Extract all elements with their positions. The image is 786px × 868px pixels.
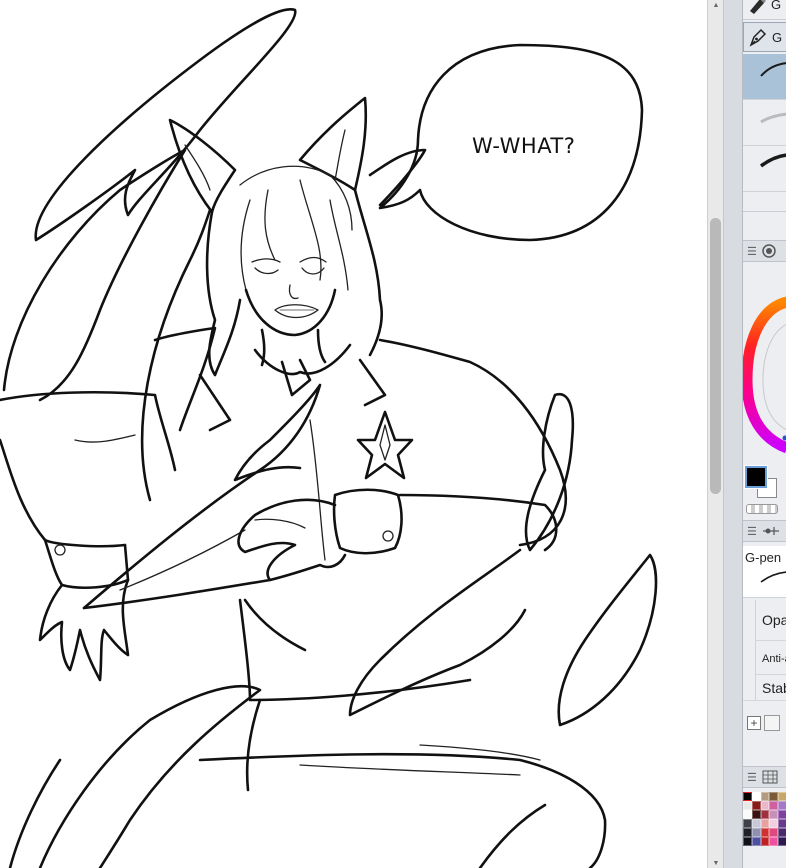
line-art-illustration	[0, 8, 658, 868]
color-swatch[interactable]	[760, 801, 770, 810]
brush-stroke-preview	[759, 153, 786, 168]
panel-divider[interactable]	[723, 0, 742, 868]
property-checkbox[interactable]	[764, 715, 780, 731]
divider	[743, 700, 786, 701]
color-swatch[interactable]	[769, 828, 779, 837]
color-swatch[interactable]	[751, 819, 761, 828]
vertical-scrollbar[interactable]: ▲ ▼	[707, 0, 723, 868]
color-swatch[interactable]	[760, 828, 770, 837]
subtool-item-gpen[interactable]: G	[743, 22, 786, 52]
transparent-color-toggle[interactable]	[746, 504, 778, 514]
brush-preview-item[interactable]	[743, 100, 786, 146]
main-color-swatch[interactable]	[744, 465, 768, 489]
pen-nib-icon	[749, 28, 767, 47]
panel-menu-icon[interactable]: ☰	[747, 771, 757, 784]
color-swatch[interactable]	[743, 828, 752, 837]
color-swatch[interactable]	[760, 792, 770, 801]
scroll-up-arrow[interactable]: ▲	[708, 0, 724, 10]
color-swatch[interactable]	[743, 810, 752, 819]
color-set-panel-header[interactable]: ☰	[743, 766, 786, 788]
scroll-thumb[interactable]	[710, 218, 721, 494]
brush-name-label: G-pen	[745, 550, 782, 565]
scroll-down-arrow[interactable]: ▼	[708, 858, 724, 868]
brush-stroke-preview	[760, 571, 786, 583]
speech-bubble-text: W-WHAT?	[472, 134, 576, 158]
color-wheel-tab-icon[interactable]	[762, 244, 776, 258]
color-swatch[interactable]	[751, 810, 761, 819]
color-swatch[interactable]	[751, 837, 761, 846]
brush-stroke-preview	[760, 112, 786, 124]
color-swatch[interactable]	[769, 792, 779, 801]
brush-preview-item[interactable]	[743, 54, 786, 100]
color-swatch[interactable]	[743, 801, 752, 810]
property-indent-line	[755, 600, 756, 700]
divider	[755, 674, 786, 675]
color-swatch[interactable]	[760, 837, 770, 846]
color-wheel[interactable]	[743, 280, 786, 460]
color-swatch[interactable]	[760, 819, 770, 828]
color-swatch[interactable]	[769, 837, 779, 846]
color-swatch[interactable]	[778, 792, 786, 801]
brush-name-box: G-pen	[743, 546, 786, 598]
color-swatch[interactable]	[743, 792, 752, 801]
color-swatch[interactable]	[743, 819, 752, 828]
divider	[755, 640, 786, 641]
color-swatch[interactable]	[778, 837, 786, 846]
color-swatch[interactable]	[743, 837, 752, 846]
color-swatch[interactable]	[760, 810, 770, 819]
color-swatch[interactable]	[778, 801, 786, 810]
panel-menu-icon[interactable]: ☰	[747, 245, 757, 258]
color-swatch[interactable]	[778, 819, 786, 828]
subtool-item-label: G	[771, 0, 782, 12]
color-swatch[interactable]	[778, 810, 786, 819]
brush-stroke-preview	[760, 62, 786, 77]
color-swatch[interactable]	[751, 828, 761, 837]
color-set-palette[interactable]	[743, 792, 786, 846]
panel-menu-icon[interactable]: ☰	[747, 525, 757, 538]
color-swatch[interactable]	[769, 819, 779, 828]
tool-property-tab-icon[interactable]	[762, 525, 780, 537]
color-set-tab-icon[interactable]	[762, 770, 778, 784]
antialiasing-label: Anti-a	[762, 653, 786, 665]
color-swatch[interactable]	[769, 801, 779, 810]
color-swatch[interactable]	[751, 801, 761, 810]
opacity-label: Opa	[762, 612, 786, 628]
brush-preview-item[interactable]	[743, 146, 786, 192]
color-wheel-panel-header[interactable]: ☰	[743, 240, 786, 262]
pencil-marker-icon	[750, 0, 766, 14]
color-swatch[interactable]	[769, 810, 779, 819]
brush-list-footer	[743, 192, 786, 212]
color-swatch[interactable]	[751, 792, 761, 801]
stabilization-label: Stab	[762, 680, 786, 696]
app-window: W-WHAT? ▲ ▼ G G ☰ ☰ G-pen Opa Anti- Sta …	[0, 0, 786, 868]
drawing-canvas[interactable]: W-WHAT?	[0, 0, 707, 868]
expand-plus-icon[interactable]: +	[747, 716, 761, 730]
subtool-item-gpen-marker[interactable]: G	[743, 0, 786, 20]
right-dock-panel: G G ☰ ☰ G-pen Opa Anti- Sta + ☰	[742, 0, 786, 868]
tool-property-panel-header[interactable]: ☰	[743, 520, 786, 542]
subtool-item-label: G	[772, 29, 783, 45]
color-swatch[interactable]	[778, 828, 786, 837]
